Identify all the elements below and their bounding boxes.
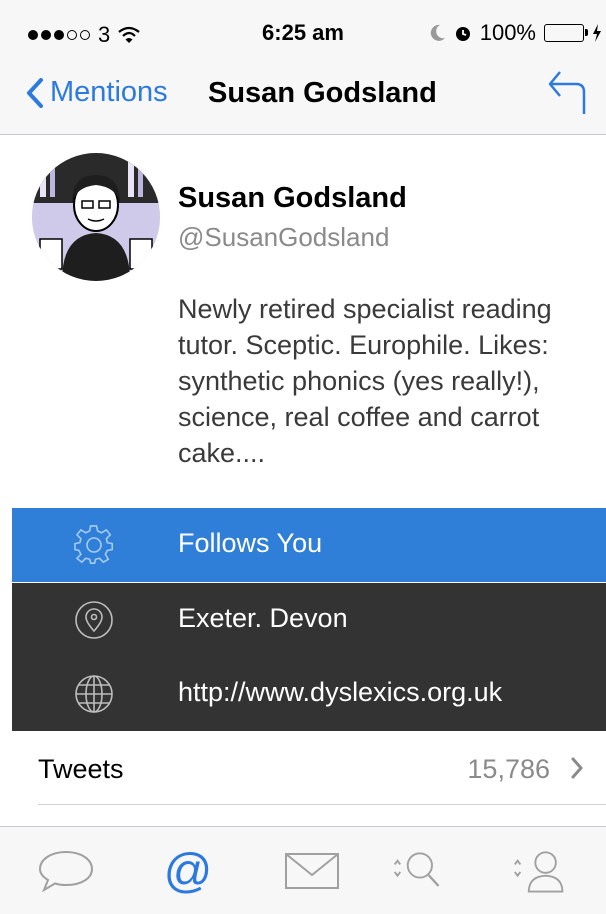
battery-percent: 100% — [479, 20, 536, 45]
profile-name: Susan Godsland — [178, 182, 407, 214]
chevron-right-icon — [571, 757, 583, 779]
tweets-label: Tweets — [38, 754, 124, 784]
follows-you-row[interactable]: Follows You — [12, 508, 606, 582]
battery-icon — [544, 24, 588, 42]
user-icon — [514, 851, 564, 893]
profile-handle: @SusanGodsland — [178, 222, 390, 252]
tweets-separator — [38, 804, 606, 805]
at-sign-icon: @ — [164, 846, 213, 896]
navigation-bar: Mentions Susan Godsland — [0, 56, 606, 135]
tab-timeline[interactable] — [38, 845, 94, 897]
reply-button[interactable] — [546, 68, 588, 121]
tweets-row[interactable]: Tweets 15,786 — [0, 732, 606, 806]
alarm-icon — [455, 27, 470, 41]
tab-bar: @ — [0, 826, 606, 914]
avatar-drawing — [32, 153, 160, 281]
moon-icon — [430, 24, 445, 41]
website-link: http://www.dyslexics.org.uk — [178, 677, 503, 707]
search-icon — [393, 852, 440, 887]
location-row[interactable]: Exeter. Devon — [12, 583, 606, 657]
back-label: Mentions — [50, 76, 168, 108]
gear-icon — [74, 525, 114, 564]
tab-profile[interactable] — [512, 845, 568, 897]
svg-text:@: @ — [164, 846, 213, 896]
tab-mentions[interactable]: @ — [160, 845, 216, 897]
avatar[interactable] — [32, 153, 160, 281]
profile-bio: Newly retired specialist reading tutor. … — [178, 294, 552, 468]
chevron-left-icon — [27, 77, 43, 108]
follows-you-label: Follows You — [178, 528, 323, 558]
back-button[interactable]: Mentions — [26, 76, 168, 109]
tab-search[interactable] — [390, 845, 446, 897]
location-label: Exeter. Devon — [178, 603, 348, 633]
globe-icon — [75, 675, 113, 713]
envelope-icon — [285, 853, 339, 889]
tweets-count: 15,786 — [467, 754, 550, 784]
speech-bubble-icon — [38, 850, 94, 893]
reply-icon — [548, 71, 586, 114]
page-title: Susan Godsland — [208, 77, 437, 109]
status-right: 100% — [430, 20, 602, 46]
location-pin-icon — [75, 601, 113, 639]
website-row[interactable]: http://www.dyslexics.org.uk — [12, 657, 606, 731]
charging-bolt-icon — [593, 24, 601, 42]
tab-messages[interactable] — [284, 845, 340, 897]
